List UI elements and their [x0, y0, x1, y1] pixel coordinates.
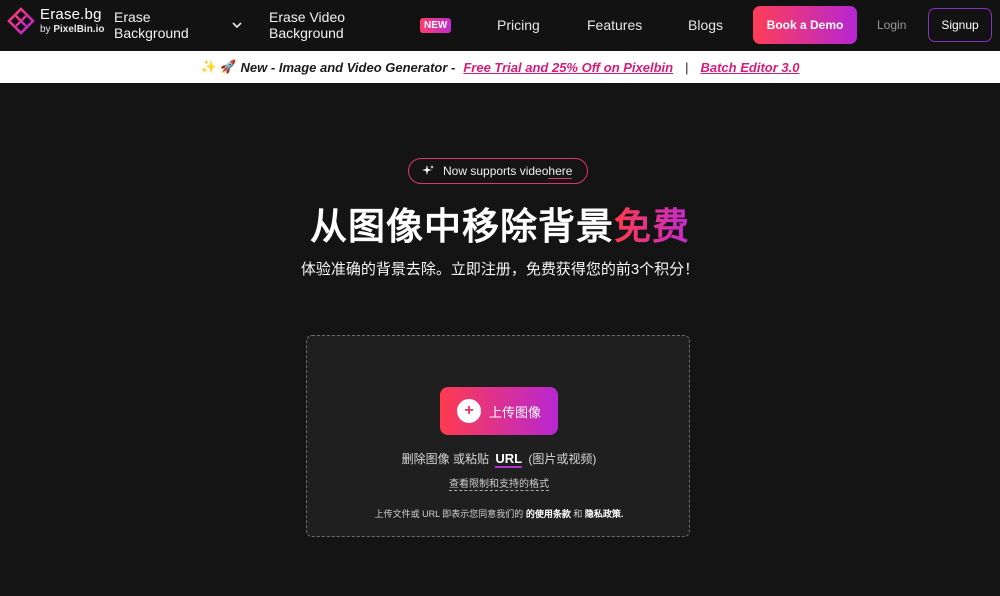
drop-hint: 删除图像 或粘贴 URL (图片或视频)	[307, 450, 691, 468]
nav-video-line1: Erase Video	[269, 9, 346, 25]
drop-hint-suffix: (图片或视频)	[528, 452, 597, 466]
upload-image-button[interactable]: + 上传图像	[440, 387, 558, 435]
nav-pricing[interactable]: Pricing	[497, 17, 540, 33]
hero-subtitle: 体验准确的背景去除。立即注册，免费获得您的前3个积分！	[300, 261, 700, 278]
announcement-text: New - Image and Video Generator -	[240, 59, 456, 75]
nav-blogs[interactable]: Blogs	[688, 17, 723, 33]
terms-of-use-link[interactable]: 的使用条款	[526, 509, 571, 519]
nav-erase-background-menu[interactable]: Erase Background	[114, 9, 189, 41]
top-navbar: Erase.bg by PixelBin.io Erase Background…	[0, 0, 1000, 51]
batch-editor-link[interactable]: Batch Editor 3.0	[700, 60, 799, 75]
logo-brand: PixelBin.io	[53, 24, 105, 35]
announcement-separator: |	[685, 59, 689, 75]
sparkle-rocket-icon: ✨ 🚀	[200, 59, 237, 74]
logo[interactable]: Erase.bg by PixelBin.io	[7, 7, 104, 35]
nav-erase-video-background[interactable]: Erase Video Background	[269, 9, 345, 41]
paste-url-link[interactable]: URL	[495, 451, 523, 468]
new-badge: NEW	[420, 18, 452, 33]
terms-and: 和	[573, 509, 583, 519]
erase-bg-logo-icon	[7, 7, 35, 35]
upload-dropzone[interactable]: + 上传图像 删除图像 或粘贴 URL (图片或视频) 查看限制和支持的格式 上…	[306, 335, 690, 537]
video-support-pill[interactable]: Now supports video here	[408, 158, 588, 184]
chevron-down-icon[interactable]	[230, 18, 244, 32]
terms-prefix: 上传文件或 URL 即表示您同意我们的	[374, 509, 524, 519]
nav-video-line2: Background	[269, 25, 344, 41]
pill-here-link[interactable]: here	[548, 164, 573, 179]
title-highlight: 免费	[614, 206, 690, 247]
pill-text: Now supports video	[443, 164, 549, 178]
title-main: 从图像中移除背景	[310, 206, 614, 247]
free-trial-link[interactable]: Free Trial and 25% Off on Pixelbin	[463, 60, 673, 75]
privacy-policy-link[interactable]: 隐私政策.	[585, 509, 624, 519]
book-demo-button[interactable]: Book a Demo	[753, 6, 857, 44]
limits-formats-link[interactable]: 查看限制和支持的格式	[449, 479, 549, 491]
nav-features[interactable]: Features	[587, 17, 642, 33]
announcement-bar: ✨ 🚀 New - Image and Video Generator - Fr…	[0, 51, 1000, 83]
login-link[interactable]: Login	[877, 18, 906, 32]
nav-tool-line2: Background	[114, 25, 189, 41]
logo-by: by	[40, 24, 51, 35]
page-title: 从图像中移除背景免费	[0, 196, 1000, 250]
upload-button-label: 上传图像	[489, 404, 542, 420]
plus-icon: +	[457, 399, 481, 423]
nav-tool-line1: Erase	[114, 9, 151, 25]
logo-title: Erase.bg	[40, 6, 102, 23]
drop-hint-prefix: 删除图像 或粘贴	[401, 452, 489, 466]
sparkle-icon	[422, 165, 434, 175]
signup-button[interactable]: Signup	[928, 8, 992, 42]
terms-notice: 上传文件或 URL 即表示您同意我们的 的使用条款 和 隐私政策.	[307, 507, 691, 520]
